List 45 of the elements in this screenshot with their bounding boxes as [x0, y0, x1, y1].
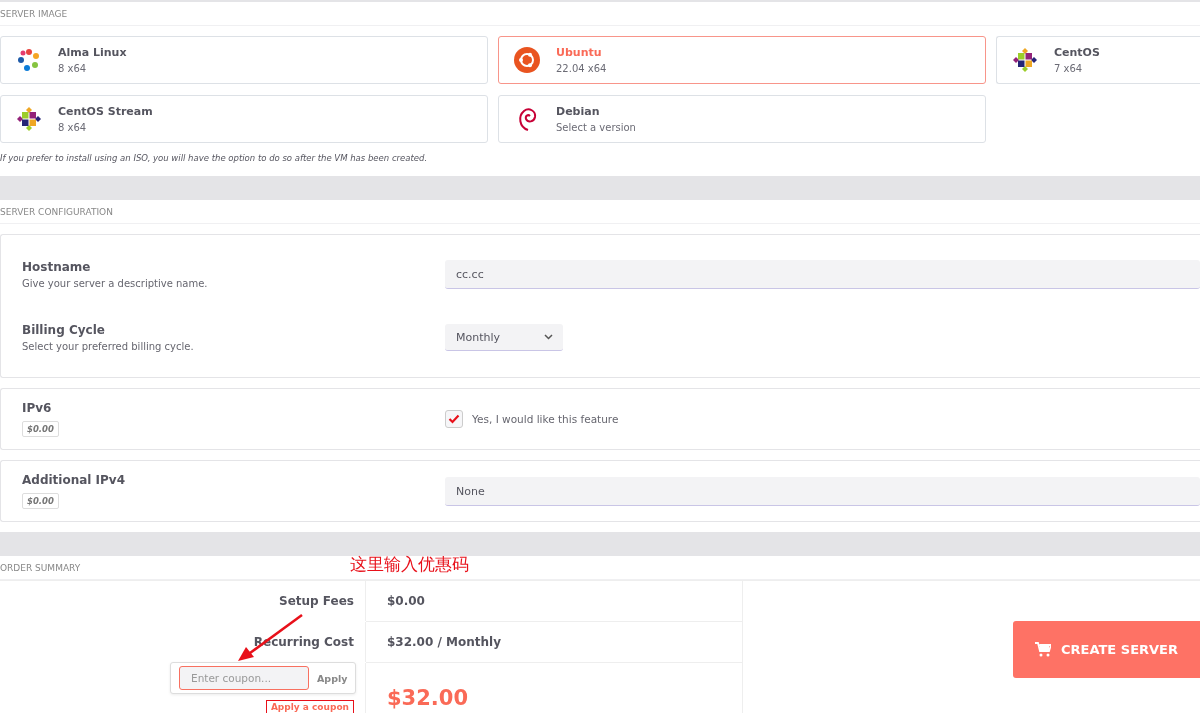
image-version: 8 x64 [58, 63, 88, 74]
image-version: 8 x64 [58, 122, 88, 133]
image-name: Alma Linux [58, 46, 127, 59]
image-name: CentOS [1054, 46, 1100, 59]
image-version: 7 x64 [1054, 63, 1084, 74]
billing-select[interactable]: Monthly [445, 324, 563, 351]
image-version: 22.04 x64 [556, 63, 607, 74]
image-option[interactable]: Alma Linux 8 x64 [0, 36, 488, 84]
swirl-icon [516, 106, 538, 132]
field-label: Billing Cycle [22, 323, 106, 337]
pinwheel-icon [16, 106, 42, 132]
image-option[interactable]: Ubuntu 22.04 x64 [498, 36, 986, 84]
apply-button[interactable]: Apply [317, 672, 348, 684]
image-option[interactable]: CentOS Stream 8 x64 [0, 95, 488, 143]
chevron-icon [544, 334, 553, 340]
note-text: If you prefer to install using an ISO, you will have the option to do so after the VM has been created. [0, 152, 429, 165]
image-name: CentOS Stream [58, 105, 153, 118]
summary-value: $32.00 / Monthly [366, 622, 742, 663]
annotation-text: 这里输入优惠码 [350, 553, 469, 576]
price-tag: $0.00 [22, 421, 59, 437]
cart-icon [1035, 642, 1051, 657]
field-label: Hostname [22, 260, 92, 274]
ubuntu-icon [514, 47, 540, 73]
image-option[interactable]: Debian Select a version [498, 95, 986, 143]
image-name: Debian [556, 105, 601, 118]
field-label: IPv6 [22, 401, 53, 415]
image-name: Ubuntu [556, 46, 603, 59]
image-version: Select a version [556, 122, 636, 133]
flower-icon [16, 47, 42, 73]
summary-label: Setup Fees [0, 581, 366, 621]
field-label: Additional IPv4 [22, 473, 127, 487]
checkbox-label: Yes, I would like this feature [472, 413, 619, 425]
image-option[interactable]: CentOS 7 x64 [996, 36, 1200, 84]
field-description: Select your preferred billing cycle. [22, 341, 195, 352]
section-heading: SERVER IMAGE [0, 2, 1200, 26]
coupon-field[interactable]: Enter coupon... [179, 666, 309, 690]
price-tag: $0.00 [22, 493, 59, 509]
summary-value: $0.00 [366, 581, 742, 622]
pinwheel-icon [1012, 47, 1038, 73]
checkbox[interactable] [445, 410, 463, 428]
section-heading: SERVER CONFIGURATION [0, 200, 1200, 224]
hostname-field[interactable]: cc.cc [445, 260, 1200, 289]
field-description: Give your server a descriptive name. [22, 278, 209, 289]
ipv4-select[interactable]: None [445, 476, 1200, 506]
total-price: $32.00 [387, 688, 469, 709]
